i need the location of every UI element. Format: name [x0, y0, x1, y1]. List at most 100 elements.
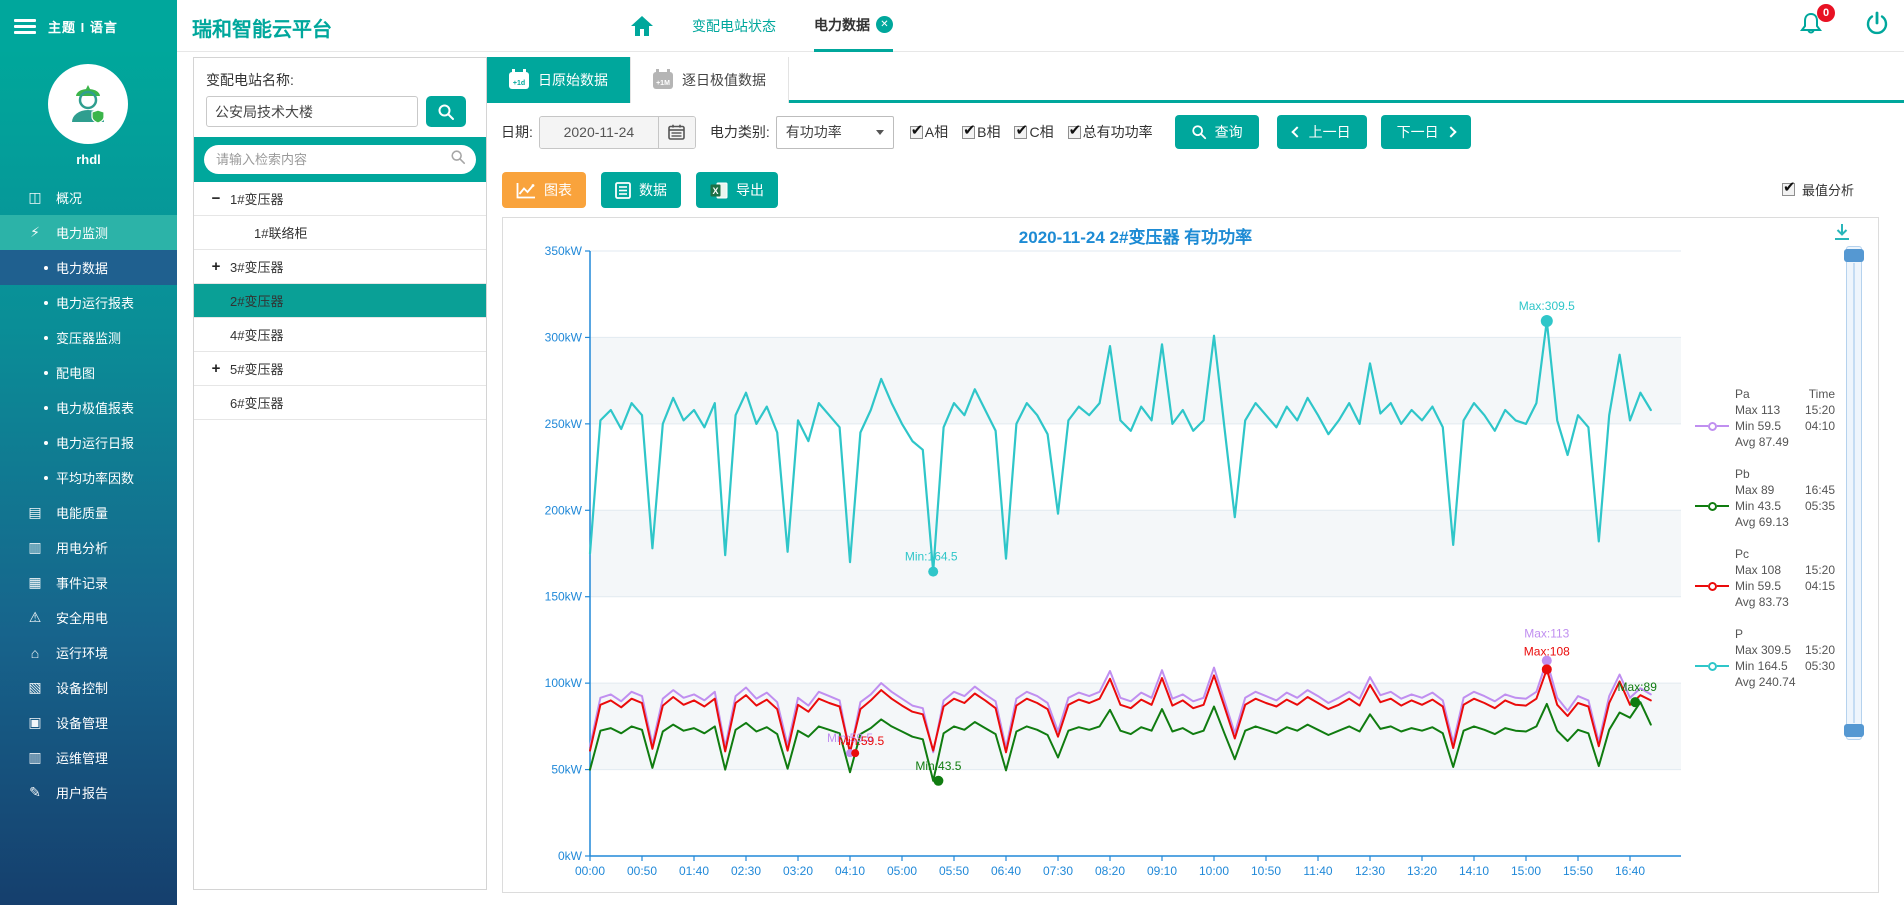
sidebar-menu-label: 电能质量	[56, 503, 108, 522]
sidebar-menu-item[interactable]: ▤电能质量	[0, 495, 177, 530]
legend-series-marker-icon	[1695, 562, 1729, 610]
sidebar-menu-item[interactable]: ▦事件记录	[0, 565, 177, 600]
sidebar-menu-label: 概况	[56, 188, 82, 207]
sidebar-menu-item[interactable]: 电力运行报表	[0, 285, 177, 320]
svg-text:300kW: 300kW	[545, 330, 583, 344]
svg-text:07:30: 07:30	[1043, 864, 1073, 878]
checkbox-icon	[910, 126, 923, 139]
svg-text:15:00: 15:00	[1511, 864, 1541, 878]
collapse-icon[interactable]: −	[208, 190, 224, 207]
tab-station-status[interactable]: 变配电站状态	[692, 0, 776, 52]
station-name-input[interactable]	[206, 96, 418, 127]
subtab-active[interactable]: +1d日原始数据	[487, 57, 631, 103]
expand-icon[interactable]: +	[208, 258, 224, 275]
subtab-inactive[interactable]: +1M逐日极值数据	[631, 57, 789, 103]
tab-power-data[interactable]: 电力数据 ✕	[814, 0, 893, 52]
legend-entry[interactable]: PbMax 8916:45Min 43.505:35Avg 69.13	[1695, 466, 1835, 530]
tree-node-label: 5#变压器	[230, 359, 283, 378]
close-icon[interactable]: ✕	[876, 16, 893, 33]
checkbox-label: B相	[977, 122, 1000, 142]
subtab-bar: +1d日原始数据+1M逐日极值数据	[487, 57, 1904, 103]
sidebar-menu-item[interactable]: 平均功率因数	[0, 460, 177, 495]
tree-node-label: 4#变压器	[230, 325, 283, 344]
subtab-label: 逐日极值数据	[682, 70, 766, 90]
phase-checkbox[interactable]: 总有功功率	[1068, 122, 1153, 142]
svg-text:08:20: 08:20	[1095, 864, 1125, 878]
chevron-down-icon	[876, 130, 884, 135]
view-toolbar: 图表 数据 X 导出 最值分析	[487, 168, 1904, 212]
tree-node[interactable]: 1#联络柜	[194, 216, 486, 250]
sidebar-menu-item[interactable]: 变压器监测	[0, 320, 177, 355]
ops-mgmt-icon: ▥	[26, 749, 44, 766]
calendar-icon[interactable]	[658, 117, 695, 148]
export-excel-button[interactable]: X 导出	[696, 172, 778, 208]
sidebar-menu-item[interactable]: 电力运行日报	[0, 425, 177, 460]
sidebar-menu-label: 配电图	[56, 363, 95, 382]
subtab-label: 日原始数据	[538, 70, 608, 90]
search-icon	[450, 149, 466, 170]
sidebar-menu-item[interactable]: 电力极值报表	[0, 390, 177, 425]
phase-checkbox[interactable]: B相	[962, 122, 1000, 142]
hamburger-menu-icon[interactable]	[14, 19, 36, 34]
download-chart-icon[interactable]	[1832, 222, 1852, 247]
svg-text:X: X	[712, 186, 718, 196]
tree-node[interactable]: −1#变压器	[194, 182, 486, 216]
tree-node[interactable]: +3#变压器	[194, 250, 486, 284]
power-category-select[interactable]: 有功功率	[776, 116, 894, 149]
sidebar-menu-item[interactable]: ▣设备管理	[0, 705, 177, 740]
event-log-icon: ▦	[26, 574, 44, 591]
legend-entry[interactable]: PcMax 10815:20Min 59.504:15Avg 83.73	[1695, 546, 1835, 610]
sidebar-menu-item[interactable]: ◫概况	[0, 180, 177, 215]
avatar[interactable]	[48, 64, 128, 144]
station-search-button[interactable]	[426, 96, 466, 127]
date-input[interactable]: 2020-11-24	[540, 117, 658, 148]
sidebar-menu-label: 用户报告	[56, 783, 108, 802]
sidebar-menu-label: 用电分析	[56, 538, 108, 557]
sidebar-menu-item[interactable]: ⚠ 安全用电	[0, 600, 177, 635]
query-button[interactable]: 查询	[1175, 115, 1259, 149]
logout-power-icon[interactable]	[1864, 11, 1890, 42]
sidebar-menu-item[interactable]: ⌂运行环境	[0, 635, 177, 670]
page-title: 瑞和智能云平台	[192, 13, 332, 42]
sidebar-menu-item[interactable]: ⚡电力监测	[0, 215, 177, 250]
tree-node[interactable]: 4#变压器	[194, 318, 486, 352]
legend-entry-stats: PaTimeMax 11315:20Min 59.504:10Avg 87.49	[1735, 386, 1835, 450]
legend-entry[interactable]: PMax 309.515:20Min 164.505:30Avg 240.74	[1695, 626, 1835, 690]
home-icon[interactable]	[630, 15, 654, 37]
expand-icon[interactable]: +	[208, 360, 224, 377]
slider-handle-top[interactable]	[1844, 249, 1864, 262]
notification-bell-icon[interactable]: 0	[1798, 11, 1824, 42]
device-control-icon: ▧	[26, 679, 44, 696]
chart-card: 2020-11-24 2#变压器 有功功率 0kW50kW100kW150kW2…	[502, 217, 1879, 893]
sidebar-menu-item[interactable]: 电力数据	[0, 250, 177, 285]
tree-node[interactable]: 2#变压器	[194, 284, 486, 318]
tree-search-input[interactable]	[204, 145, 476, 174]
sidebar-menu-label: 安全用电	[56, 608, 108, 627]
tree-node[interactable]: 6#变压器	[194, 386, 486, 420]
legend-series-marker-icon	[1695, 402, 1729, 450]
next-day-button[interactable]: 下一日	[1381, 115, 1471, 149]
svg-text:Max:89: Max:89	[1618, 680, 1658, 694]
vertical-zoom-slider[interactable]	[1846, 246, 1862, 740]
slider-handle-bottom[interactable]	[1844, 724, 1864, 737]
sidebar-menu-item[interactable]: 配电图	[0, 355, 177, 390]
safety-icon: ⚠	[26, 609, 44, 626]
sidebar-menu-item[interactable]: ▧设备控制	[0, 670, 177, 705]
sidebar-menu-item[interactable]: ▥用电分析	[0, 530, 177, 565]
tree-node[interactable]: +5#变压器	[194, 352, 486, 386]
extreme-analysis-toggle[interactable]: 最值分析	[1782, 180, 1854, 199]
top-tab-strip: 变配电站状态 电力数据 ✕	[630, 0, 893, 52]
legend-entry[interactable]: PaTimeMax 11315:20Min 59.504:10Avg 87.49	[1695, 386, 1835, 450]
sidebar-menu-item[interactable]: ✎用户报告	[0, 775, 177, 810]
phase-checkbox[interactable]: C相	[1014, 122, 1053, 142]
data-view-button[interactable]: 数据	[601, 172, 681, 208]
previous-day-button[interactable]: 上一日	[1277, 115, 1367, 149]
svg-text:02:30: 02:30	[731, 864, 761, 878]
theme-language-toggle[interactable]: 主题 I 语言	[48, 17, 118, 36]
svg-text:04:10: 04:10	[835, 864, 865, 878]
sidebar-menu-item[interactable]: ▥运维管理	[0, 740, 177, 775]
svg-text:50kW: 50kW	[551, 763, 582, 777]
chart-view-button[interactable]: 图表	[502, 172, 586, 208]
phase-checkbox[interactable]: A相	[910, 122, 948, 142]
sidebar-header: 主题 I 语言	[0, 0, 177, 52]
